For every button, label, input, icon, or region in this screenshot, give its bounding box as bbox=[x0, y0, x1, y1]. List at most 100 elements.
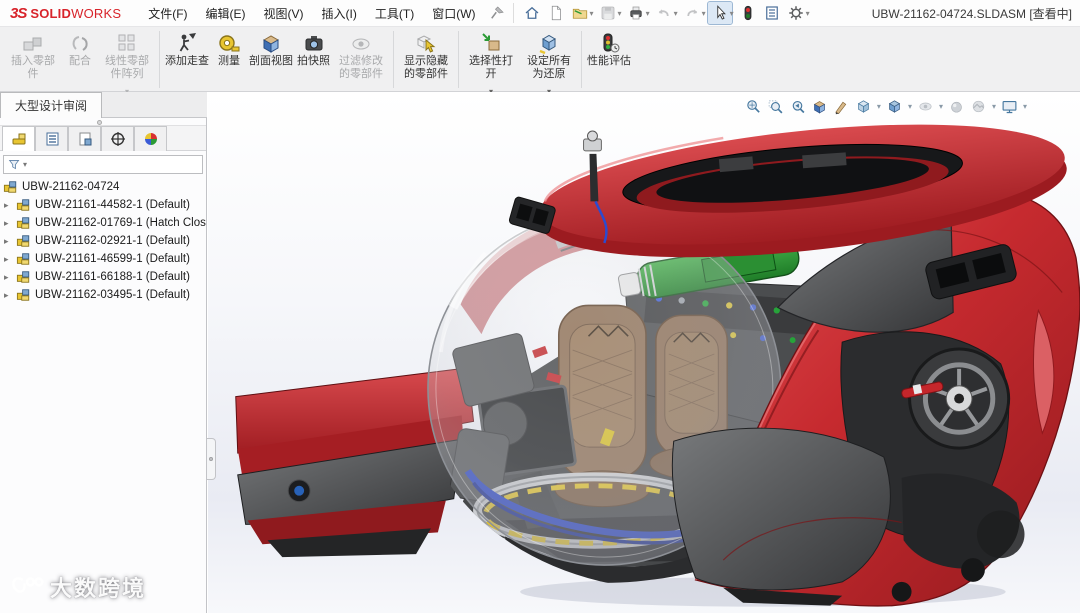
apply-scene-button[interactable] bbox=[969, 97, 988, 116]
walkthrough-icon bbox=[175, 31, 199, 55]
tab-propertymanager[interactable] bbox=[35, 126, 68, 151]
tree-filter-input[interactable]: ▾ bbox=[3, 155, 203, 174]
mate-button[interactable]: 配合 bbox=[62, 29, 98, 90]
tab-configurationmanager[interactable] bbox=[68, 126, 101, 151]
view-settings-icon bbox=[1001, 98, 1018, 115]
menu-insert[interactable]: 插入(I) bbox=[313, 1, 366, 26]
assembly-icon bbox=[3, 180, 18, 194]
open-dropdown[interactable]: ▾ bbox=[590, 9, 594, 18]
assembly-icon bbox=[16, 288, 31, 302]
display-style-icon bbox=[886, 98, 903, 115]
annotations-button[interactable] bbox=[832, 97, 851, 116]
featuremanager-tab-icon bbox=[11, 131, 27, 147]
menu-window[interactable]: 窗口(W) bbox=[423, 1, 484, 26]
redo-icon bbox=[683, 4, 701, 22]
view-orientation-button[interactable] bbox=[854, 97, 873, 116]
performance-evaluation-button[interactable]: 性能评估 bbox=[585, 29, 633, 90]
set-resolved-button[interactable]: 设定所有为还原 bbox=[520, 29, 578, 90]
options-dropdown[interactable]: ▾ bbox=[806, 9, 810, 18]
graphics-viewport[interactable]: ▾ ▾ ▾ ▾ ▾ bbox=[208, 92, 1080, 613]
print-button[interactable] bbox=[624, 2, 648, 24]
save-button[interactable] bbox=[596, 2, 620, 24]
heads-up-view-toolbar: ▾ ▾ ▾ ▾ ▾ bbox=[744, 97, 1028, 116]
panel-tab-bar bbox=[0, 126, 206, 151]
zoom-fit-button[interactable] bbox=[744, 97, 763, 116]
home-button[interactable] bbox=[520, 2, 544, 24]
filter-modified-icon bbox=[349, 31, 373, 55]
filter-modified-button[interactable]: 过滤修改的零部件 bbox=[332, 29, 390, 90]
panel-splitter[interactable] bbox=[0, 118, 206, 126]
tab-displaymanager[interactable] bbox=[134, 126, 167, 151]
dimxpertmanager-tab-icon bbox=[110, 131, 126, 147]
rebuild-button[interactable] bbox=[736, 2, 760, 24]
options-gear-icon bbox=[787, 4, 805, 22]
zoom-area-button[interactable] bbox=[766, 97, 785, 116]
tree-item[interactable]: UBW-21161-66188-1 (Default) bbox=[0, 268, 206, 286]
display-style-dropdown[interactable]: ▾ bbox=[908, 102, 912, 111]
rebuild-traffic-light-icon bbox=[739, 4, 757, 22]
zoom-area-icon bbox=[767, 98, 784, 115]
hud-section-view-button[interactable] bbox=[810, 97, 829, 116]
display-style-button[interactable] bbox=[885, 97, 904, 116]
show-hidden-components-button[interactable]: 显示隐藏的零部件 bbox=[397, 29, 455, 90]
ribbon-separator bbox=[159, 31, 160, 88]
save-dropdown[interactable]: ▾ bbox=[618, 9, 622, 18]
redo-dropdown[interactable]: ▾ bbox=[702, 9, 706, 18]
filter-dropdown[interactable]: ▾ bbox=[23, 160, 27, 169]
undo-button[interactable] bbox=[652, 2, 676, 24]
feature-manager-panel: ▾ UBW-21162-04724 UBW-21161-44582-1 (Def… bbox=[0, 118, 207, 613]
view-orientation-icon bbox=[855, 98, 872, 115]
previous-view-icon bbox=[789, 98, 806, 115]
ribbon-separator bbox=[393, 31, 394, 88]
selective-open-button[interactable]: 选择性打开 bbox=[462, 29, 520, 90]
section-view-icon bbox=[259, 31, 283, 55]
menu-file[interactable]: 文件(F) bbox=[139, 1, 196, 26]
add-walkthrough-button[interactable]: 添加走查 bbox=[163, 29, 211, 90]
measure-button[interactable]: 测量 bbox=[211, 29, 247, 90]
model-3d-submarine[interactable] bbox=[208, 92, 1080, 613]
section-view-icon bbox=[811, 98, 828, 115]
apply-scene-icon bbox=[970, 98, 987, 115]
new-document-button[interactable] bbox=[544, 2, 568, 24]
print-dropdown[interactable]: ▾ bbox=[646, 9, 650, 18]
pin-menu-icon[interactable] bbox=[487, 4, 507, 22]
menu-tools[interactable]: 工具(T) bbox=[366, 1, 423, 26]
assembly-icon bbox=[16, 234, 31, 248]
view-settings-button[interactable] bbox=[1000, 97, 1019, 116]
evaluate-report-icon bbox=[763, 4, 781, 22]
view-orientation-dropdown[interactable]: ▾ bbox=[877, 102, 881, 111]
view-settings-dropdown[interactable]: ▾ bbox=[1023, 102, 1027, 111]
undo-dropdown[interactable]: ▾ bbox=[674, 9, 678, 18]
options-button[interactable] bbox=[784, 2, 808, 24]
linear-pattern-button[interactable]: 线性零部件阵列 bbox=[98, 29, 156, 90]
open-button[interactable] bbox=[568, 2, 592, 24]
tree-item[interactable]: UBW-21161-44582-1 (Default) bbox=[0, 196, 206, 214]
take-snapshot-button[interactable]: 拍快照 bbox=[295, 29, 332, 90]
panel-collapse-handle[interactable] bbox=[207, 438, 216, 480]
tree-item[interactable]: UBW-21162-01769-1 (Hatch Clos bbox=[0, 214, 206, 232]
edit-appearance-button[interactable] bbox=[947, 97, 966, 116]
undo-icon bbox=[655, 4, 673, 22]
redo-button[interactable] bbox=[680, 2, 704, 24]
insert-component-button[interactable]: 插入零部件 bbox=[4, 29, 62, 90]
tree-item[interactable]: UBW-21161-46599-1 (Default) bbox=[0, 250, 206, 268]
previous-view-button[interactable] bbox=[788, 97, 807, 116]
tab-large-design-review[interactable]: 大型设计审阅 bbox=[0, 92, 102, 118]
tree-item[interactable]: UBW-21162-02921-1 (Default) bbox=[0, 232, 206, 250]
hide-show-items-button[interactable] bbox=[916, 97, 935, 116]
tab-featuremanager[interactable] bbox=[2, 126, 35, 151]
menu-view[interactable]: 视图(V) bbox=[255, 1, 313, 26]
tree-root[interactable]: UBW-21162-04724 bbox=[0, 178, 206, 196]
mate-icon bbox=[68, 31, 92, 55]
hide-show-dropdown[interactable]: ▾ bbox=[939, 102, 943, 111]
section-view-button[interactable]: 剖面视图 bbox=[247, 29, 295, 90]
tab-dimxpertmanager[interactable] bbox=[101, 126, 134, 151]
select-tool-button[interactable] bbox=[708, 2, 732, 24]
select-dropdown[interactable]: ▾ bbox=[730, 9, 734, 18]
print-icon bbox=[627, 4, 645, 22]
tree-item[interactable]: UBW-21162-03495-1 (Default) bbox=[0, 286, 206, 304]
linear-pattern-icon bbox=[115, 31, 139, 55]
evaluate-report-button[interactable] bbox=[760, 2, 784, 24]
apply-scene-dropdown[interactable]: ▾ bbox=[992, 102, 996, 111]
menu-edit[interactable]: 编辑(E) bbox=[197, 1, 255, 26]
